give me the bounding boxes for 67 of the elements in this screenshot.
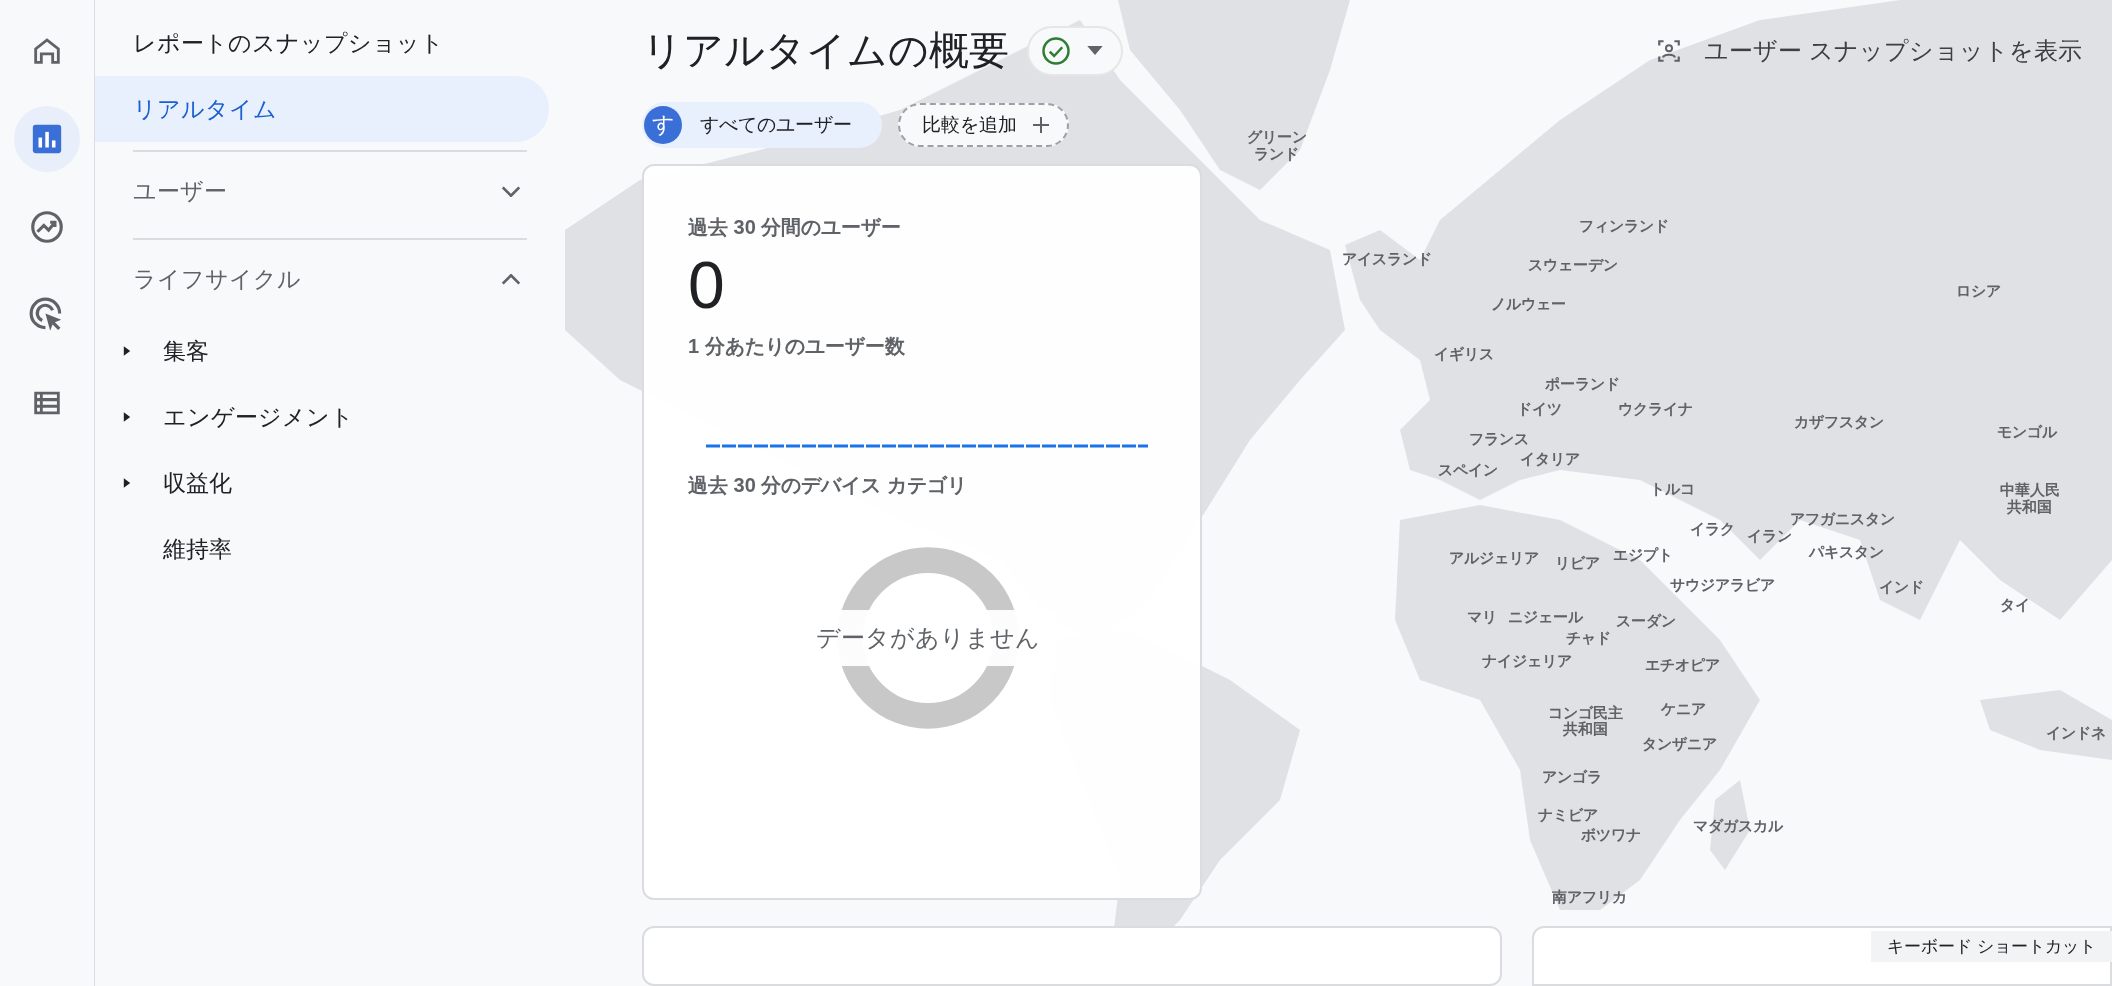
country-label: イラン xyxy=(1747,527,1793,545)
card-label: 過去 30 分間のユーザー xyxy=(688,214,903,240)
country-label: イギリス xyxy=(1434,346,1495,363)
country-label: フィンランド xyxy=(1579,218,1670,235)
country-label: イタリア xyxy=(1520,451,1581,468)
country-label: グリーンランド xyxy=(1245,128,1308,162)
country-label: パキスタン xyxy=(1809,544,1885,561)
user-snapshot-button[interactable]: ユーザー スナップショットを表示 xyxy=(1650,33,2088,68)
status-dropdown[interactable] xyxy=(1027,25,1123,76)
country-label: アルジェリア xyxy=(1448,549,1539,566)
country-label: チャド xyxy=(1565,630,1611,647)
country-label: トルコ xyxy=(1650,480,1696,498)
nav-link[interactable]: レポートのスナップショット xyxy=(95,10,549,76)
nav-item[interactable]: 収益化 xyxy=(131,467,232,499)
country-label: タイ xyxy=(2000,596,2031,614)
country-label: モンゴル xyxy=(1997,424,2058,441)
country-label: 南アフリカ xyxy=(1551,888,1627,906)
segment-chip[interactable]: す すべてのユーザー xyxy=(642,101,882,148)
country-label: マダガスカル xyxy=(1692,817,1783,834)
user-count: 0 xyxy=(688,248,726,322)
country-label: ケニア xyxy=(1661,700,1707,717)
country-label: インド xyxy=(1879,579,1925,596)
page-title: リアルタイムの概要 xyxy=(642,27,1009,75)
country-label: 中華人民共和国 xyxy=(1998,481,2061,515)
person-frame-icon xyxy=(1656,37,1683,64)
country-label: インドネ xyxy=(2045,724,2106,741)
country-label: ニジェール xyxy=(1507,608,1583,626)
country-label: サウジアラビア xyxy=(1670,576,1776,593)
triangle-right-icon[interactable] xyxy=(123,477,131,489)
country-label: スペイン xyxy=(1438,461,1499,479)
keyboard-shortcuts-link[interactable]: キーボード ショートカット xyxy=(1871,931,2112,962)
country-label: スウェーデン xyxy=(1528,257,1619,274)
country-label: カザフスタン xyxy=(1793,413,1884,430)
card-label: 1 分あたりのユーザー数 xyxy=(688,334,906,360)
country-label: ロシア xyxy=(1956,282,2002,300)
nav-link[interactable]: リアルタイム xyxy=(95,76,549,142)
country-label: ノルウェー xyxy=(1491,296,1567,313)
country-label: イラク xyxy=(1689,521,1735,538)
country-label: マリ xyxy=(1466,608,1497,626)
country-label: エジプト xyxy=(1613,546,1674,564)
country-label: ボツワナ xyxy=(1581,826,1641,844)
triangle-right-icon[interactable] xyxy=(123,345,131,357)
segment-avatar: す xyxy=(644,105,682,144)
country-label: タンザニア xyxy=(1642,735,1718,752)
country-label: ナミビア xyxy=(1537,806,1598,824)
country-label: エチオピア xyxy=(1644,657,1720,674)
country-label: リビア xyxy=(1554,554,1600,572)
nav-item[interactable]: 維持率 xyxy=(131,533,232,565)
country-label: フランス xyxy=(1469,430,1530,448)
country-label: コンゴ民主共和国 xyxy=(1546,704,1624,738)
nav-item[interactable]: 集客 xyxy=(131,335,209,367)
country-label: ドイツ xyxy=(1517,401,1563,418)
country-label: ウクライナ xyxy=(1617,401,1693,418)
country-label: アフガニスタン xyxy=(1790,510,1896,527)
country-label: ポーランド xyxy=(1545,375,1621,393)
plus-icon xyxy=(1031,114,1051,135)
section-header[interactable]: ユーザー xyxy=(95,152,561,230)
card-label: 過去 30 分のデバイス カテゴリ xyxy=(688,473,968,499)
country-label: ナイジェリア xyxy=(1482,653,1573,670)
caret-down-icon xyxy=(1087,46,1103,56)
section-header[interactable]: ライフサイクル xyxy=(95,240,561,318)
nav-item[interactable]: エンゲージメント xyxy=(131,401,354,433)
triangle-right-icon[interactable] xyxy=(123,411,131,423)
add-comparison-button[interactable]: 比較を追加 xyxy=(898,102,1069,147)
country-label: アンゴラ xyxy=(1541,768,1602,786)
country-label: アイスランド xyxy=(1342,250,1433,267)
country-label: スーダン xyxy=(1616,612,1677,630)
